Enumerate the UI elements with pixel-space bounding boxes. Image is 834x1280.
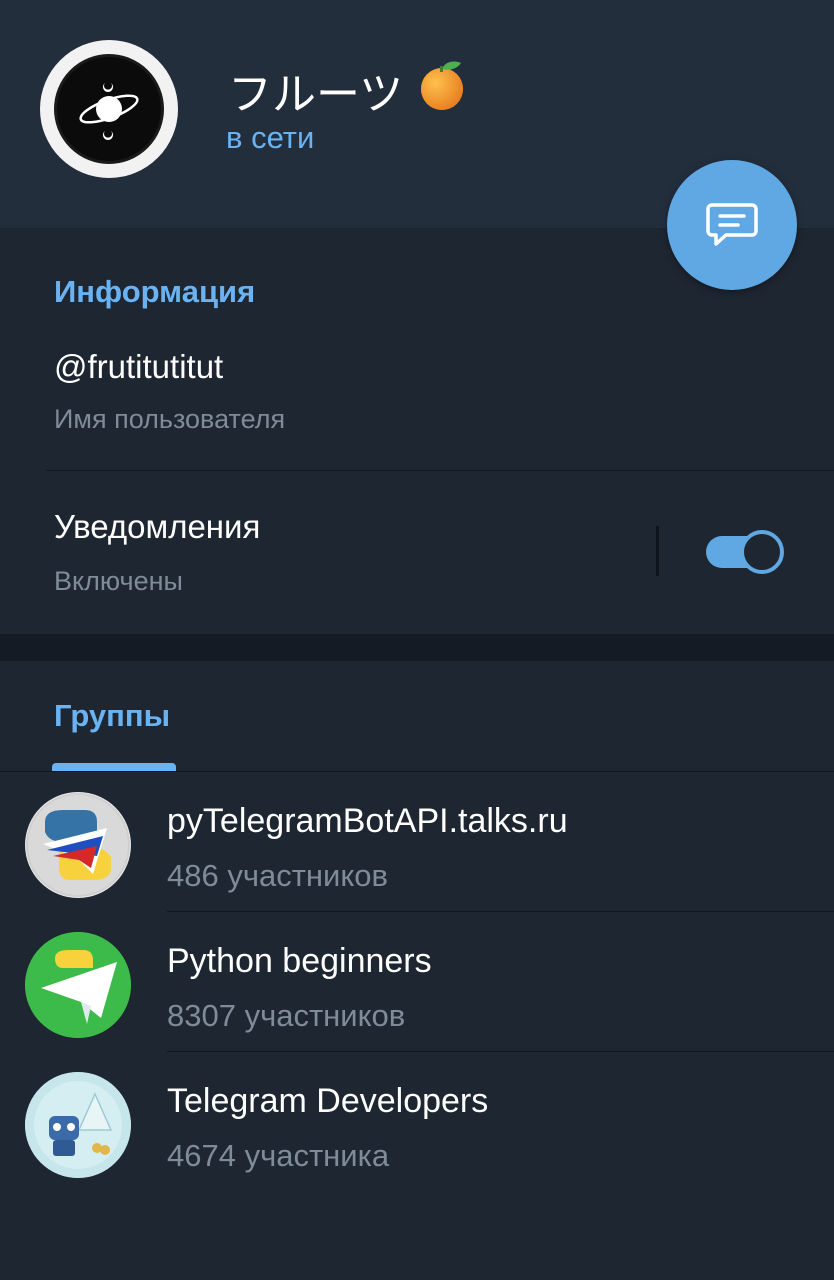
profile-name: フルーツ xyxy=(228,58,467,122)
group-members: 8307 участников xyxy=(167,998,406,1033)
robot-tree-avatar-icon xyxy=(25,1072,131,1178)
tab-active-indicator xyxy=(52,763,176,771)
online-status: в сети xyxy=(226,120,315,155)
section-separator xyxy=(0,634,834,661)
group-members: 4674 участника xyxy=(167,1138,390,1173)
send-message-button[interactable] xyxy=(667,160,797,290)
profile-name-text: フルーツ xyxy=(228,70,404,119)
group-item[interactable]: Telegram Developers 4674 участника xyxy=(0,1052,834,1192)
planet-logo-icon xyxy=(54,54,164,164)
notifications-title: Уведомления xyxy=(54,508,261,545)
username-label: Имя пользователя xyxy=(54,404,286,434)
python-telegram-green-avatar-icon xyxy=(25,932,131,1038)
tangerine-emoji-icon xyxy=(417,59,467,122)
divider xyxy=(46,470,834,471)
groups-list: pyTelegramBotAPI.talks.ru 486 участников… xyxy=(0,772,834,1280)
group-item[interactable]: pyTelegramBotAPI.talks.ru 486 участников xyxy=(0,772,834,912)
group-name: Python beginners xyxy=(167,942,432,980)
notifications-toggle[interactable] xyxy=(706,530,784,574)
toggle-knob xyxy=(740,530,784,574)
toggle-separator xyxy=(656,526,659,576)
info-section-title: Информация xyxy=(54,274,256,309)
group-name: pyTelegramBotAPI.talks.ru xyxy=(167,802,568,840)
tab-groups[interactable]: Группы xyxy=(54,698,170,734)
python-telegram-russia-avatar-icon xyxy=(25,792,131,898)
message-icon xyxy=(704,195,760,256)
group-item[interactable]: Python beginners 8307 участников xyxy=(0,912,834,1052)
group-members: 486 участников xyxy=(167,858,388,893)
notifications-status: Включены xyxy=(54,566,183,596)
profile-avatar[interactable] xyxy=(40,40,178,178)
group-name: Telegram Developers xyxy=(167,1082,489,1120)
username-value: @frutitutitut xyxy=(54,348,224,385)
